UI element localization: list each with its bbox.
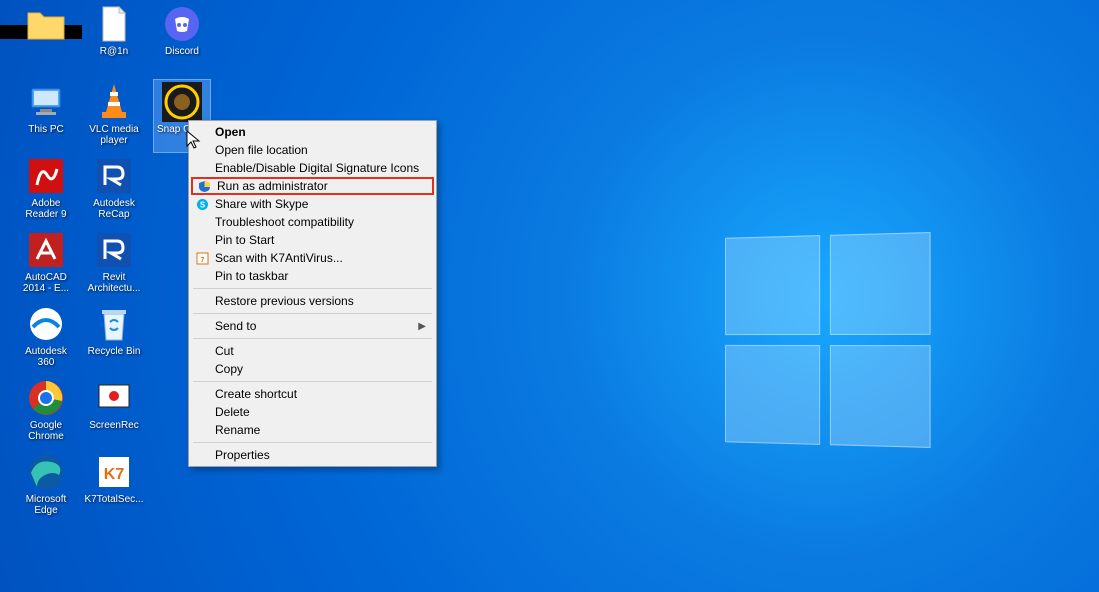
desktop-icon-k7[interactable]: K7 K7TotalSec...	[86, 450, 142, 522]
edge-icon	[24, 450, 68, 494]
recap-icon	[92, 154, 136, 198]
a360-icon	[24, 302, 68, 346]
skype-icon: S	[195, 197, 209, 211]
menu-label: Pin to Start	[215, 233, 274, 247]
menu-pin-start[interactable]: Pin to Start	[191, 231, 434, 249]
logo-pane	[830, 345, 931, 448]
snapcam-icon	[160, 80, 204, 124]
menu-rename[interactable]: Rename	[191, 421, 434, 439]
desktop-icon-recycle-bin[interactable]: Recycle Bin	[86, 302, 142, 374]
menu-label: Scan with K7AntiVirus...	[215, 251, 343, 265]
desktop-icon-grid: R@1n Discord This PC VLC media player	[18, 0, 210, 522]
menu-label: Delete	[215, 405, 250, 419]
menu-separator	[193, 313, 432, 314]
menu-pin-taskbar[interactable]: Pin to taskbar	[191, 267, 434, 285]
menu-label: Send to	[215, 319, 256, 333]
icon-label: Recycle Bin	[88, 346, 141, 357]
menu-delete[interactable]: Delete	[191, 403, 434, 421]
desktop-icon-autodesk360[interactable]: Autodesk 360	[18, 302, 74, 374]
menu-label: Properties	[215, 448, 270, 462]
desktop-icon-vlc[interactable]: VLC media player	[86, 80, 142, 152]
menu-label: Copy	[215, 362, 243, 376]
menu-separator	[193, 381, 432, 382]
menu-share-skype[interactable]: S Share with Skype	[191, 195, 434, 213]
menu-label: Rename	[215, 423, 260, 437]
vlc-icon	[92, 80, 136, 124]
svg-text:K7: K7	[104, 466, 125, 483]
menu-separator	[193, 442, 432, 443]
adobe-reader-icon	[24, 154, 68, 198]
menu-cut[interactable]: Cut	[191, 342, 434, 360]
menu-label: Open	[215, 125, 246, 139]
menu-label: Enable/Disable Digital Signature Icons	[215, 161, 419, 175]
revit-icon	[92, 228, 136, 272]
screenrec-icon	[92, 376, 136, 420]
desktop-icon-r1n[interactable]: R@1n	[86, 2, 142, 74]
desktop-icon-revit[interactable]: Revit Architectu...	[86, 228, 142, 300]
desktop-icon-edge[interactable]: Microsoft Edge	[18, 450, 74, 522]
chevron-right-icon: ▶	[418, 321, 426, 332]
menu-copy[interactable]: Copy	[191, 360, 434, 378]
menu-send-to[interactable]: Send to ▶	[191, 317, 434, 335]
menu-label: Restore previous versions	[215, 294, 354, 308]
menu-restore-versions[interactable]: Restore previous versions	[191, 292, 434, 310]
desktop-icon-screenrec[interactable]: ScreenRec	[86, 376, 142, 448]
menu-troubleshoot[interactable]: Troubleshoot compatibility	[191, 213, 434, 231]
menu-separator	[193, 338, 432, 339]
icon-label: ScreenRec	[89, 420, 138, 431]
icon-label: Autodesk 360	[18, 346, 74, 368]
svg-text:S: S	[199, 200, 205, 209]
menu-create-shortcut[interactable]: Create shortcut	[191, 385, 434, 403]
icon-label: AutoCAD 2014 - E...	[18, 272, 74, 294]
wallpaper-windows-logo	[725, 232, 931, 448]
menu-open[interactable]: Open	[191, 123, 434, 141]
desktop-icon-autocad[interactable]: AutoCAD 2014 - E...	[18, 228, 74, 300]
menu-separator	[193, 288, 432, 289]
menu-digital-signature[interactable]: Enable/Disable Digital Signature Icons	[191, 159, 434, 177]
icon-label: Discord	[165, 46, 199, 57]
menu-properties[interactable]: Properties	[191, 446, 434, 464]
document-icon	[92, 2, 136, 46]
desktop-icon-adobe-reader[interactable]: Adobe Reader 9	[18, 154, 74, 226]
icon-label: This PC	[28, 124, 64, 135]
icon-label: Adobe Reader 9	[18, 198, 74, 220]
menu-label: Create shortcut	[215, 387, 297, 401]
desktop-icon-folder[interactable]	[18, 2, 74, 74]
icon-label: R@1n	[100, 46, 129, 57]
svg-text:7: 7	[200, 257, 204, 264]
shield-icon	[197, 179, 211, 193]
k7-icon: 7	[195, 251, 209, 265]
desktop-icon-autodesk-recap[interactable]: Autodesk ReCap	[86, 154, 142, 226]
pc-icon	[24, 80, 68, 124]
autocad-icon	[24, 228, 68, 272]
folder-icon	[24, 2, 68, 46]
menu-run-as-administrator[interactable]: Run as administrator	[191, 177, 434, 195]
menu-scan-k7[interactable]: 7 Scan with K7AntiVirus...	[191, 249, 434, 267]
menu-label: Pin to taskbar	[215, 269, 288, 283]
icon-label: VLC media player	[86, 124, 142, 146]
logo-pane	[830, 232, 931, 335]
icon-label: Autodesk ReCap	[86, 198, 142, 220]
menu-label: Open file location	[215, 143, 308, 157]
k7-icon: K7	[92, 450, 136, 494]
logo-pane	[725, 235, 820, 335]
logo-pane	[725, 345, 820, 445]
context-menu: Open Open file location Enable/Disable D…	[188, 120, 437, 467]
menu-open-file-location[interactable]: Open file location	[191, 141, 434, 159]
icon-label: Microsoft Edge	[18, 494, 74, 516]
menu-label: Run as administrator	[217, 179, 328, 193]
chrome-icon	[24, 376, 68, 420]
menu-label: Cut	[215, 344, 234, 358]
recycle-bin-icon	[92, 302, 136, 346]
desktop-icon-discord[interactable]: Discord	[154, 2, 210, 74]
discord-icon	[160, 2, 204, 46]
icon-label: K7TotalSec...	[85, 494, 144, 505]
icon-label: Google Chrome	[18, 420, 74, 442]
desktop-icon-chrome[interactable]: Google Chrome	[18, 376, 74, 448]
desktop-icon-this-pc[interactable]: This PC	[18, 80, 74, 152]
icon-label: Revit Architectu...	[86, 272, 142, 294]
menu-label: Troubleshoot compatibility	[215, 215, 354, 229]
menu-label: Share with Skype	[215, 197, 308, 211]
